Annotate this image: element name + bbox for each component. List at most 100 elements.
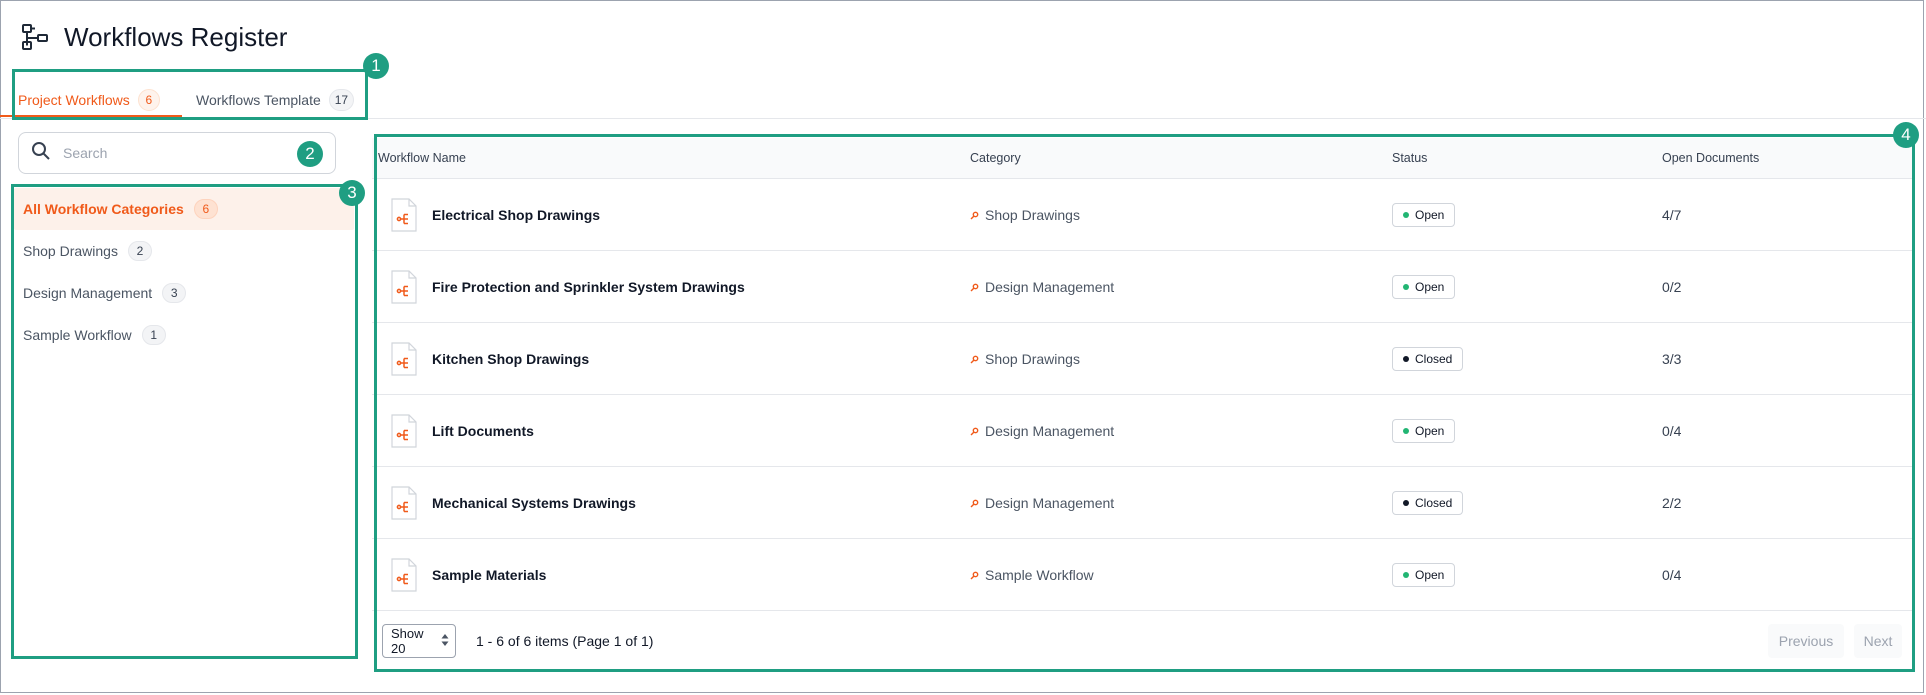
- search-input[interactable]: [61, 144, 305, 162]
- page-title: Workflows Register: [64, 21, 288, 52]
- workflow-name[interactable]: Electrical Shop Drawings: [432, 207, 600, 223]
- workflow-document-icon: [390, 269, 418, 304]
- table-row[interactable]: Electrical Shop Drawings Shop Drawings O…: [372, 179, 1914, 251]
- table-row[interactable]: Sample Materials Sample Workflow Open 0/…: [372, 539, 1914, 611]
- category-count-badge: 1: [141, 325, 166, 345]
- page-size-label: Show 20: [391, 626, 424, 656]
- workflow-name-cell: Mechanical Systems Drawings: [378, 467, 636, 538]
- category-tag-icon: [970, 207, 979, 223]
- search-box: [18, 132, 336, 174]
- page-header: Workflows Register: [20, 20, 287, 54]
- workflow-document-icon: [390, 485, 418, 520]
- category-cell: Design Management: [970, 467, 1114, 538]
- status-cell: Open: [1392, 539, 1456, 610]
- status-badge: Open: [1392, 562, 1456, 587]
- table-row[interactable]: Fire Protection and Sprinkler System Dra…: [372, 251, 1914, 323]
- table-row[interactable]: Mechanical Systems Drawings Design Manag…: [372, 467, 1914, 539]
- category-name: Shop Drawings: [985, 206, 1080, 223]
- category-name: Sample Workflow: [985, 566, 1094, 583]
- status-dot-icon: [1403, 211, 1409, 218]
- tab-label: Workflows Template: [196, 92, 321, 108]
- status-label: Open: [1415, 423, 1445, 438]
- open-documents-count: 3/3: [1662, 350, 1682, 367]
- category-tag-icon: [970, 567, 979, 583]
- status-badge: Open: [1392, 418, 1456, 443]
- table-body: Electrical Shop Drawings Shop Drawings O…: [372, 179, 1914, 611]
- table-row[interactable]: Lift Documents Design Management Open 0/…: [372, 395, 1914, 467]
- category-item-sample-workflow[interactable]: Sample Workflow 1: [14, 314, 354, 356]
- status-label: Open: [1415, 207, 1445, 222]
- search-icon: [31, 141, 51, 166]
- workflow-name-cell: Sample Materials: [378, 539, 546, 610]
- category-label: All Workflow Categories: [23, 201, 184, 217]
- category-count-badge: 6: [193, 199, 218, 219]
- category-name: Design Management: [985, 278, 1115, 295]
- category-tag-icon: [970, 495, 979, 511]
- category-item-shop-drawings[interactable]: Shop Drawings 2: [14, 230, 354, 272]
- workflow-name[interactable]: Mechanical Systems Drawings: [432, 495, 636, 511]
- workflow-icon: [20, 22, 50, 52]
- open-documents-count: 0/4: [1662, 566, 1682, 583]
- category-item-design-management[interactable]: Design Management 3: [14, 272, 354, 314]
- workflow-document-icon: [390, 413, 418, 448]
- status-badge: Closed: [1392, 490, 1464, 515]
- workflow-name-cell: Fire Protection and Sprinkler System Dra…: [378, 251, 745, 322]
- status-label: Closed: [1415, 495, 1453, 510]
- pagination-summary: 1 - 6 of 6 items (Page 1 of 1): [476, 633, 654, 649]
- workflow-name[interactable]: Lift Documents: [432, 423, 534, 439]
- status-cell: Open: [1392, 179, 1456, 250]
- category-name: Shop Drawings: [985, 350, 1080, 367]
- tab-project-workflows[interactable]: Project Workflows 6: [18, 82, 160, 118]
- status-badge: Closed: [1392, 346, 1464, 371]
- open-documents-cell: 0/2: [1662, 251, 1681, 322]
- category-tag-icon: [970, 279, 979, 295]
- table-row[interactable]: Kitchen Shop Drawings Shop Drawings Clos…: [372, 323, 1914, 395]
- category-cell: Shop Drawings: [970, 179, 1080, 250]
- category-cell: Design Management: [970, 251, 1114, 322]
- status-badge: Open: [1392, 202, 1456, 227]
- tab-count-badge: 6: [137, 89, 160, 111]
- status-dot-icon: [1403, 355, 1409, 362]
- open-documents-count: 0/2: [1662, 278, 1682, 295]
- column-header-category[interactable]: Category: [970, 138, 1021, 178]
- category-name: Design Management: [985, 422, 1115, 439]
- workflow-name-cell: Lift Documents: [378, 395, 534, 466]
- tab-label: Project Workflows: [18, 92, 130, 108]
- category-tag-icon: [970, 351, 979, 367]
- workflow-document-icon: [390, 197, 418, 232]
- workflow-document-icon: [390, 557, 418, 592]
- page-size-select[interactable]: Show 20: [382, 624, 456, 658]
- column-header-workflow-name[interactable]: Workflow Name: [378, 138, 466, 178]
- status-label: Open: [1415, 567, 1445, 582]
- status-badge: Open: [1392, 274, 1456, 299]
- tab-workflows-template[interactable]: Workflows Template 17: [196, 82, 355, 118]
- workflow-name[interactable]: Kitchen Shop Drawings: [432, 351, 589, 367]
- workflow-document-icon: [390, 341, 418, 376]
- category-item-all[interactable]: All Workflow Categories 6: [14, 188, 354, 230]
- previous-page-button[interactable]: Previous: [1768, 624, 1844, 658]
- status-dot-icon: [1403, 427, 1409, 434]
- workflows-table: Workflow Name Category Status Open Docum…: [372, 138, 1914, 611]
- category-cell: Shop Drawings: [970, 323, 1080, 394]
- next-page-button[interactable]: Next: [1854, 624, 1902, 658]
- workflow-name[interactable]: Fire Protection and Sprinkler System Dra…: [432, 279, 745, 295]
- tabs-bar: Project Workflows 6 Workflows Template 1…: [0, 82, 1926, 119]
- category-cell: Design Management: [970, 395, 1114, 466]
- category-name: Design Management: [985, 494, 1115, 511]
- category-label: Shop Drawings: [23, 243, 118, 259]
- column-header-status[interactable]: Status: [1392, 138, 1427, 178]
- open-documents-cell: 2/2: [1662, 467, 1681, 538]
- status-dot-icon: [1403, 499, 1409, 506]
- table-footer: Show 20 1 - 6 of 6 items (Page 1 of 1) P…: [372, 612, 1914, 670]
- column-header-open-documents[interactable]: Open Documents: [1662, 138, 1759, 178]
- open-documents-count: 4/7: [1662, 206, 1682, 223]
- status-label: Open: [1415, 279, 1445, 294]
- status-cell: Open: [1392, 251, 1456, 322]
- status-cell: Closed: [1392, 467, 1464, 538]
- category-list: All Workflow Categories 6 Shop Drawings …: [14, 188, 354, 356]
- workflow-name[interactable]: Sample Materials: [432, 567, 546, 583]
- status-label: Closed: [1415, 351, 1453, 366]
- category-label: Design Management: [23, 285, 153, 301]
- status-cell: Closed: [1392, 323, 1464, 394]
- workflow-name-cell: Electrical Shop Drawings: [378, 179, 600, 250]
